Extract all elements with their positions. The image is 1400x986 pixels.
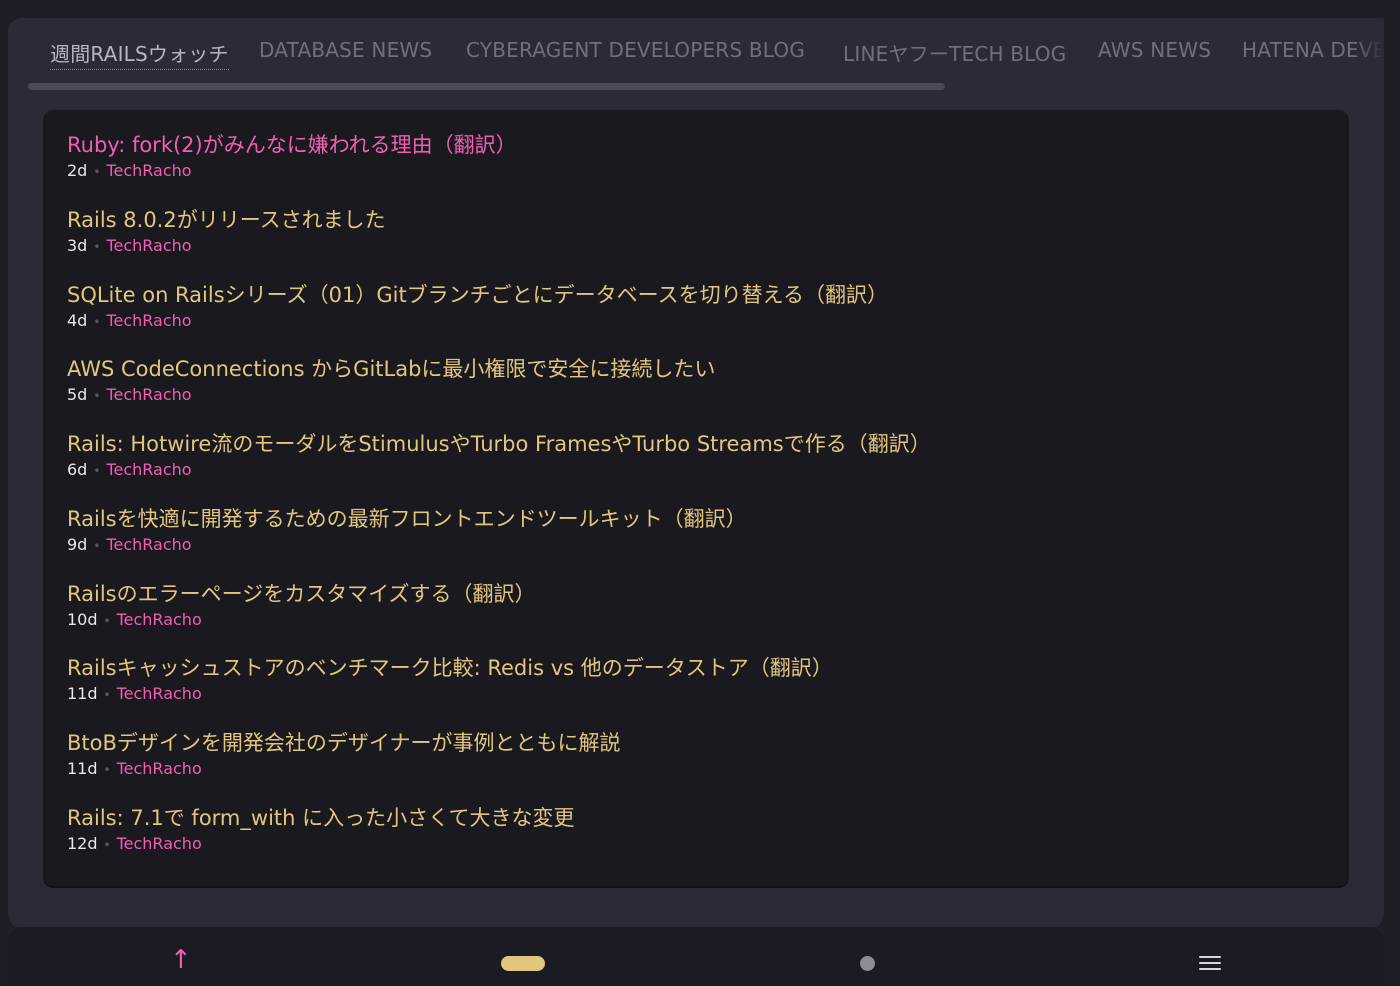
article-source-link[interactable]: TechRacho — [106, 236, 191, 255]
meta-separator: • — [103, 614, 111, 628]
article-age: 9d — [67, 535, 88, 554]
article-item: SQLite on Railsシリーズ（01）Gitブランチごとにデータベースを… — [67, 281, 1327, 333]
meta-separator: • — [103, 688, 111, 702]
article-title-link[interactable]: Ruby: fork(2)がみんなに嫌われる理由（翻訳） — [67, 131, 1327, 159]
feed-container: 週間RAILSウォッチ DATABASE NEWS CYBERAGENT DEV… — [8, 18, 1384, 928]
article-item: Ruby: fork(2)がみんなに嫌われる理由（翻訳） 2d • TechRach… — [67, 131, 1327, 183]
article-title-link[interactable]: BtoBデザインを開発会社のデザイナーが事例とともに解説 — [67, 729, 1327, 757]
article-item: AWS CodeConnections からGitLabに最小権限で安全に接続し… — [67, 355, 1327, 407]
article-source-link[interactable]: TechRacho — [106, 161, 191, 180]
article-age: 11d — [67, 684, 98, 703]
source-tab-bar: 週間RAILSウォッチ DATABASE NEWS CYBERAGENT DEV… — [8, 18, 1384, 88]
article-source-link[interactable]: TechRacho — [117, 610, 202, 629]
article-list-panel: Ruby: fork(2)がみんなに嫌われる理由（翻訳） 2d • TechRach… — [43, 110, 1349, 886]
article-source-link[interactable]: TechRacho — [106, 385, 191, 404]
tab-aws-news[interactable]: AWS NEWS — [1098, 38, 1211, 62]
pill-icon[interactable] — [501, 956, 545, 971]
article-item: Railsのエラーページをカスタマイズする（翻訳） 10d • TechRacho — [67, 580, 1327, 632]
article-item: Railsを快適に開発するための最新フロントエンドツールキット（翻訳） 9d • T… — [67, 505, 1327, 557]
tab-line-yahoo-tech-blog[interactable]: LINEヤフーTECH BLOG — [843, 38, 1066, 67]
tab-rails-watch[interactable]: 週間RAILSウォッチ — [50, 38, 229, 70]
article-meta: 5d • TechRacho — [67, 384, 1327, 407]
article-source-link[interactable]: TechRacho — [117, 834, 202, 853]
tab-bar-fade — [1354, 18, 1384, 88]
article-meta: 3d • TechRacho — [67, 235, 1327, 258]
meta-separator: • — [93, 240, 101, 254]
article-meta: 4d • TechRacho — [67, 310, 1327, 333]
article-source-link[interactable]: TechRacho — [106, 460, 191, 479]
tab-cyberagent-developers-blog[interactable]: CYBERAGENT DEVELOPERS BLOG — [466, 38, 805, 62]
tab-database-news[interactable]: DATABASE NEWS — [259, 38, 432, 62]
article-title-link[interactable]: Rails: 7.1で form_with に入った小さくて大きな変更 — [67, 804, 1327, 832]
article-meta: 9d • TechRacho — [67, 534, 1327, 557]
article-title-link[interactable]: Railsキャッシュストアのベンチマーク比較: Redis vs 他のデータスト… — [67, 654, 1327, 682]
meta-separator: • — [93, 539, 101, 553]
article-title-link[interactable]: AWS CodeConnections からGitLabに最小権限で安全に接続し… — [67, 355, 1327, 383]
article-item: Rails: 7.1で form_with に入った小さくて大きな変更 12d •… — [67, 804, 1327, 856]
hamburger-menu-icon[interactable] — [1199, 956, 1221, 970]
tab-bar-scrollbar[interactable] — [28, 83, 945, 90]
article-item: Railsキャッシュストアのベンチマーク比較: Redis vs 他のデータスト… — [67, 654, 1327, 706]
article-age: 11d — [67, 759, 98, 778]
meta-separator: • — [93, 315, 101, 329]
article-title-link[interactable]: Rails: Hotwire流のモーダルをStimulusやTurbo Fram… — [67, 430, 1327, 458]
article-meta: 11d • TechRacho — [67, 758, 1327, 781]
article-item: Rails 8.0.2がリリースされました 3d • TechRacho — [67, 206, 1327, 258]
article-title-link[interactable]: Railsのエラーページをカスタマイズする（翻訳） — [67, 580, 1327, 608]
article-meta: 2d • TechRacho — [67, 160, 1327, 183]
circle-icon[interactable] — [860, 956, 875, 971]
article-title-link[interactable]: SQLite on Railsシリーズ（01）Gitブランチごとにデータベースを… — [67, 281, 1327, 309]
article-age: 4d — [67, 311, 88, 330]
article-source-link[interactable]: TechRacho — [117, 684, 202, 703]
article-item: BtoBデザインを開発会社のデザイナーが事例とともに解説 11d • TechRac… — [67, 729, 1327, 781]
meta-separator: • — [93, 464, 101, 478]
meta-separator: • — [103, 763, 111, 777]
meta-separator: • — [93, 165, 101, 179]
article-title-link[interactable]: Rails 8.0.2がリリースされました — [67, 206, 1327, 234]
meta-separator: • — [93, 389, 101, 403]
article-age: 2d — [67, 161, 88, 180]
bottom-nav-bar: ↑ — [8, 926, 1384, 986]
article-title-link[interactable]: Railsを快適に開発するための最新フロントエンドツールキット（翻訳） — [67, 505, 1327, 533]
arrow-up-icon[interactable]: ↑ — [170, 945, 192, 975]
article-meta: 10d • TechRacho — [67, 609, 1327, 632]
article-age: 10d — [67, 610, 98, 629]
article-age: 3d — [67, 236, 88, 255]
meta-separator: • — [103, 838, 111, 852]
article-meta: 6d • TechRacho — [67, 459, 1327, 482]
article-meta: 11d • TechRacho — [67, 683, 1327, 706]
article-age: 12d — [67, 834, 98, 853]
article-source-link[interactable]: TechRacho — [117, 759, 202, 778]
article-item: Rails: Hotwire流のモーダルをStimulusやTurbo Fram… — [67, 430, 1327, 482]
article-age: 5d — [67, 385, 88, 404]
article-source-link[interactable]: TechRacho — [106, 311, 191, 330]
article-meta: 12d • TechRacho — [67, 833, 1327, 856]
article-source-link[interactable]: TechRacho — [106, 535, 191, 554]
article-age: 6d — [67, 460, 88, 479]
